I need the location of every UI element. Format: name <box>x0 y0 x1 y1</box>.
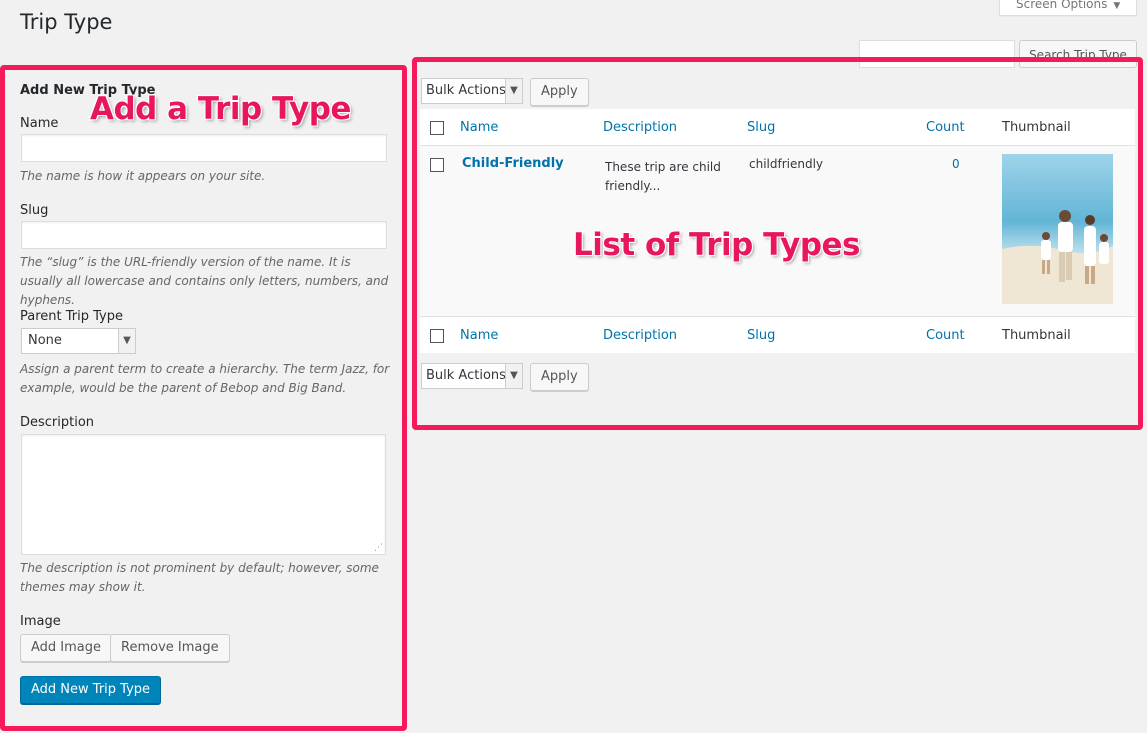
page-title: Trip Type <box>20 10 113 34</box>
screen-options-button[interactable]: Screen Options ▼ <box>999 0 1137 16</box>
caret-down-icon: ▼ <box>1113 1 1121 11</box>
screen-options-label: Screen Options <box>1016 0 1108 11</box>
form-highlight-box <box>0 65 407 731</box>
form-callout: Add a Trip Type <box>90 91 351 127</box>
list-callout: List of Trip Types <box>573 227 861 263</box>
